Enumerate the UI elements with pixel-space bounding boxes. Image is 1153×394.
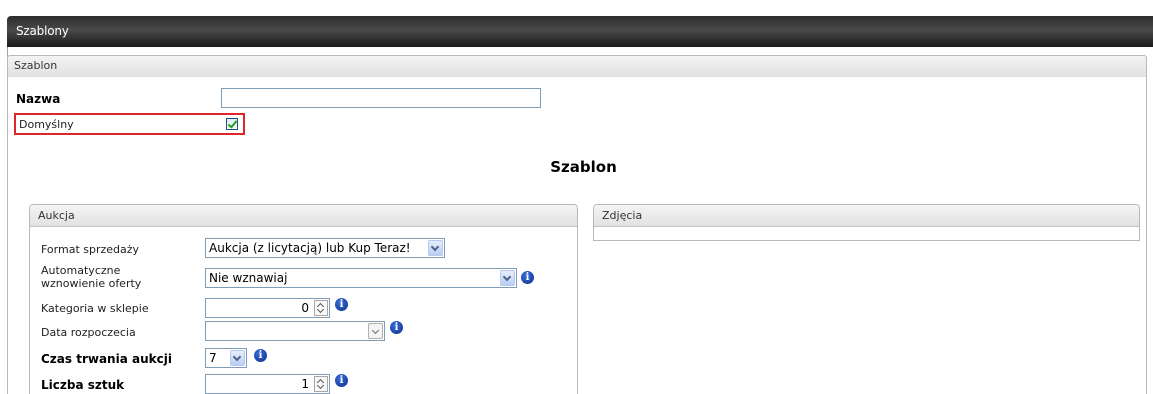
info-icon[interactable]: i	[390, 321, 403, 334]
chevron-down-icon[interactable]	[368, 323, 383, 339]
chevron-down-icon[interactable]	[230, 350, 245, 366]
start-date-select[interactable]	[205, 321, 385, 341]
quantity-value: 1	[301, 377, 309, 391]
duration-label: Czas trwania aukcji	[41, 352, 172, 366]
info-icon[interactable]: i	[521, 271, 534, 284]
renew-select[interactable]: Nie wznawiaj	[205, 268, 517, 288]
renew-label: Automatyczne wznowienie oferty	[41, 264, 141, 290]
default-checkbox[interactable]	[226, 118, 238, 130]
section-header: Szablon	[7, 55, 1147, 78]
name-label: Nazwa	[16, 92, 61, 106]
photos-panel: Zdjęcia	[593, 204, 1140, 241]
spinner-buttons[interactable]	[314, 300, 328, 316]
page-heading: Szablon	[550, 158, 617, 176]
quantity-label: Liczba sztuk	[41, 378, 125, 392]
renew-label-line2: wznowienie oferty	[41, 277, 142, 290]
info-icon[interactable]: i	[254, 349, 267, 362]
renew-select-value: Nie wznawiaj	[209, 271, 288, 285]
window-title: Szablony	[16, 24, 69, 38]
category-value: 0	[301, 301, 309, 315]
quantity-spinner[interactable]: 1	[205, 374, 330, 394]
duration-value: 7	[209, 351, 217, 365]
window-titlebar: Szablony	[7, 16, 1153, 47]
renew-label-line1: Automatyczne	[41, 264, 121, 277]
format-select-value: Aukcja (z licytacją) lub Kup Teraz!	[209, 241, 411, 255]
info-icon[interactable]: i	[335, 298, 348, 311]
category-spinner[interactable]: 0	[205, 298, 330, 318]
start-date-label: Data rozpoczecia	[41, 326, 136, 339]
format-label: Format sprzedaży	[41, 243, 140, 256]
photos-panel-header: Zdjęcia	[594, 205, 1139, 227]
category-label: Kategoria w sklepie	[41, 302, 149, 315]
default-label: Domyślny	[19, 118, 74, 131]
auction-panel-title: Aukcja	[38, 209, 75, 222]
photos-panel-title: Zdjęcia	[602, 209, 643, 222]
info-icon[interactable]: i	[335, 374, 348, 387]
page: Szablony Szablon Nazwa Domyślny Szablon …	[0, 0, 1153, 394]
auction-panel-header: Aukcja	[30, 205, 577, 227]
spinner-buttons[interactable]	[314, 376, 328, 392]
chevron-down-icon[interactable]	[500, 270, 515, 286]
format-select[interactable]: Aukcja (z licytacją) lub Kup Teraz!	[205, 238, 445, 258]
section-title: Szablon	[14, 59, 58, 72]
chevron-down-icon[interactable]	[428, 240, 443, 256]
name-input[interactable]	[221, 88, 541, 108]
duration-select[interactable]: 7	[205, 348, 247, 368]
